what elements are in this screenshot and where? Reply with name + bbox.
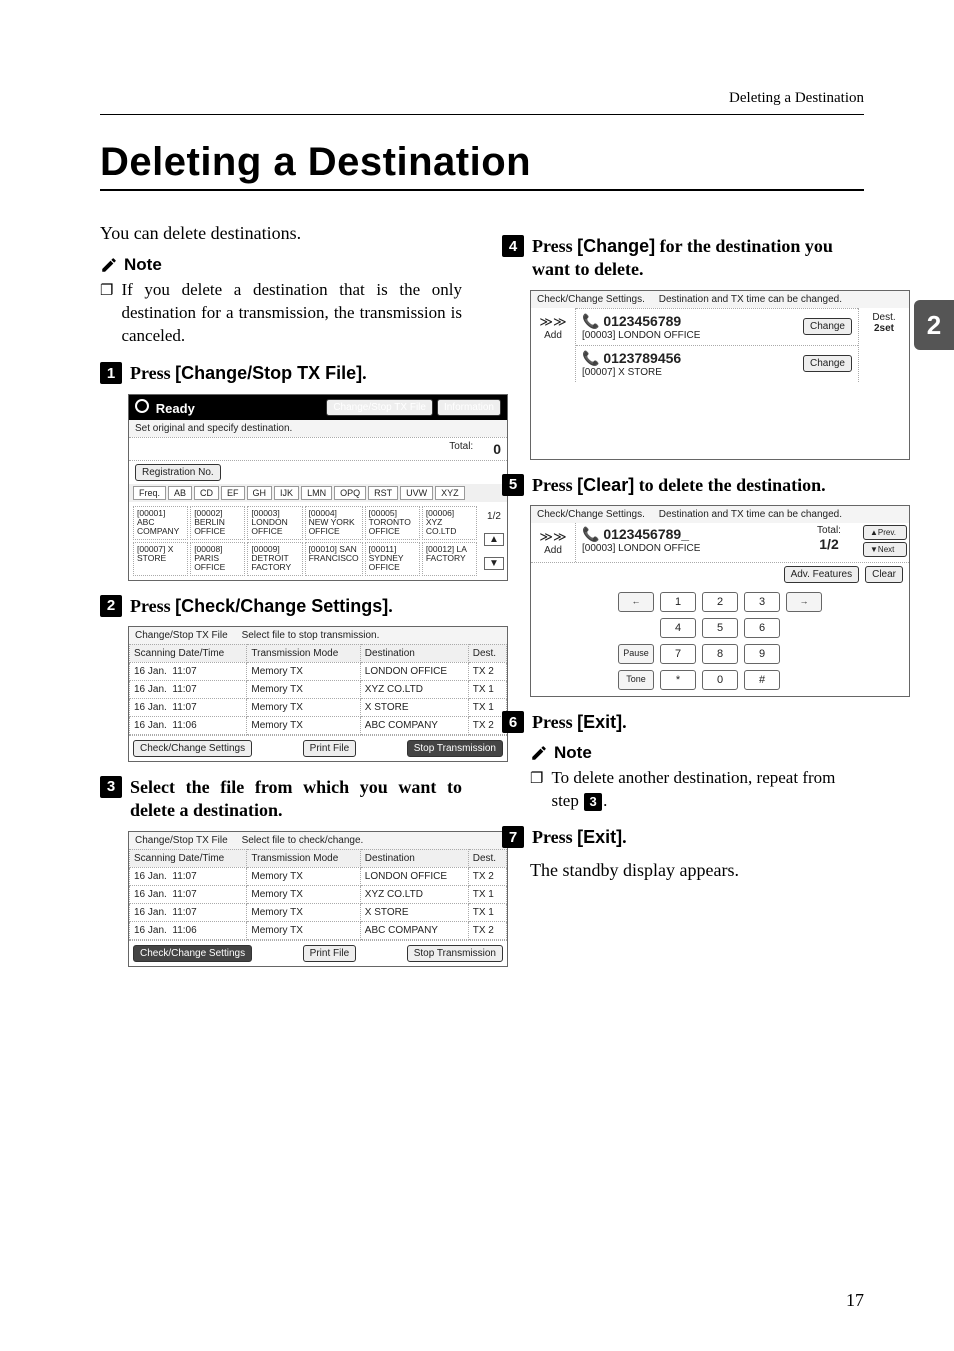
change-button[interactable]: Change bbox=[803, 318, 852, 335]
stop-transmission-button[interactable]: Stop Transmission bbox=[407, 740, 503, 757]
screenshot-keypad: Check/Change Settings. Destination and T… bbox=[530, 505, 910, 697]
intro-text: You can delete destinations. bbox=[100, 221, 462, 245]
step-ref-icon: 3 bbox=[584, 793, 602, 811]
destination-row[interactable]: 📞 0123789456 [00007] X STORE Change bbox=[576, 345, 858, 382]
file-list-table[interactable]: Scanning Date/TimeTransmission ModeDesti… bbox=[129, 644, 507, 735]
note-heading: Note bbox=[100, 255, 462, 275]
step-number-icon: 7 bbox=[502, 826, 524, 848]
step-2: 2 Press [Check/Change Settings]. bbox=[100, 595, 462, 618]
step-5: 5 Press [Clear] to delete the destinatio… bbox=[502, 474, 864, 497]
check-change-settings-button[interactable]: Check/Change Settings bbox=[133, 740, 252, 757]
destination-row[interactable]: 📞 0123456789 [00003] LONDON OFFICE Chang… bbox=[576, 308, 858, 345]
print-file-button[interactable]: Print File bbox=[303, 945, 356, 962]
step-number-icon: 6 bbox=[502, 711, 524, 733]
pencil-icon bbox=[100, 256, 118, 274]
step-6: 6 Press [Exit]. bbox=[502, 711, 864, 734]
screenshot-ready-panel: Ready Change/Stop TX File Information Se… bbox=[128, 394, 508, 581]
chapter-side-tab: 2 bbox=[914, 300, 954, 350]
note-heading: Note bbox=[530, 743, 864, 763]
standby-text: The standby display appears. bbox=[530, 858, 864, 882]
step-number-icon: 1 bbox=[100, 362, 122, 384]
screenshot-file-list-stop: Change/Stop TX File Select file to stop … bbox=[128, 626, 508, 762]
note-item: ❐ To delete another destination, repeat … bbox=[530, 767, 864, 813]
step-number-icon: 2 bbox=[100, 595, 122, 617]
running-header: Deleting a Destination bbox=[729, 90, 864, 107]
clear-button[interactable]: Clear bbox=[865, 566, 903, 583]
information-button[interactable]: Information bbox=[437, 399, 501, 416]
check-change-settings-button[interactable]: Check/Change Settings bbox=[133, 945, 252, 962]
registration-no-button[interactable]: Registration No. bbox=[135, 464, 221, 481]
change-stop-tx-file-button[interactable]: Change/Stop TX File bbox=[326, 399, 433, 416]
change-button[interactable]: Change bbox=[803, 355, 852, 372]
page-number: 17 bbox=[846, 1290, 864, 1311]
step-number-icon: 4 bbox=[502, 235, 524, 257]
stop-transmission-button[interactable]: Stop Transmission bbox=[407, 945, 503, 962]
adv-features-button[interactable]: Adv. Features bbox=[784, 566, 860, 583]
step-7: 7 Press [Exit]. bbox=[502, 826, 864, 849]
next-button[interactable]: ▼Next bbox=[863, 542, 907, 557]
destination-grid[interactable]: [00001] ABC COMPANY[00002] BERLIN OFFICE… bbox=[129, 502, 481, 580]
step-4: 4 Press [Change] for the destination you… bbox=[502, 235, 864, 282]
file-list-table[interactable]: Scanning Date/TimeTransmission ModeDesti… bbox=[129, 849, 507, 940]
prev-button[interactable]: ▲Prev. bbox=[863, 525, 907, 540]
note-item: ❐ If you delete a destination that is th… bbox=[100, 279, 462, 348]
scroll-down-icon[interactable]: ▼ bbox=[484, 557, 504, 570]
alpha-tabs[interactable]: Freq.ABCD EFGHIJK LMNOPQRST UVWXYZ bbox=[129, 484, 507, 502]
scroll-up-icon[interactable]: ▲ bbox=[484, 533, 504, 546]
print-file-button[interactable]: Print File bbox=[303, 740, 356, 757]
page-title: Deleting a Destination bbox=[100, 140, 864, 185]
step-number-icon: 3 bbox=[100, 776, 122, 798]
step-number-icon: 5 bbox=[502, 474, 524, 496]
screenshot-change-destination: Check/Change Settings. Destination and T… bbox=[530, 290, 910, 460]
step-3: 3 Select the file from which you want to… bbox=[100, 776, 462, 823]
step-1: 1 Press [Change/Stop TX File]. bbox=[100, 362, 462, 385]
screenshot-file-list-check: Change/Stop TX File Select file to check… bbox=[128, 831, 508, 967]
pencil-icon bbox=[530, 744, 548, 762]
dial-keypad[interactable]: ←123→ 456 Pause789 Tone*0# bbox=[531, 586, 909, 696]
